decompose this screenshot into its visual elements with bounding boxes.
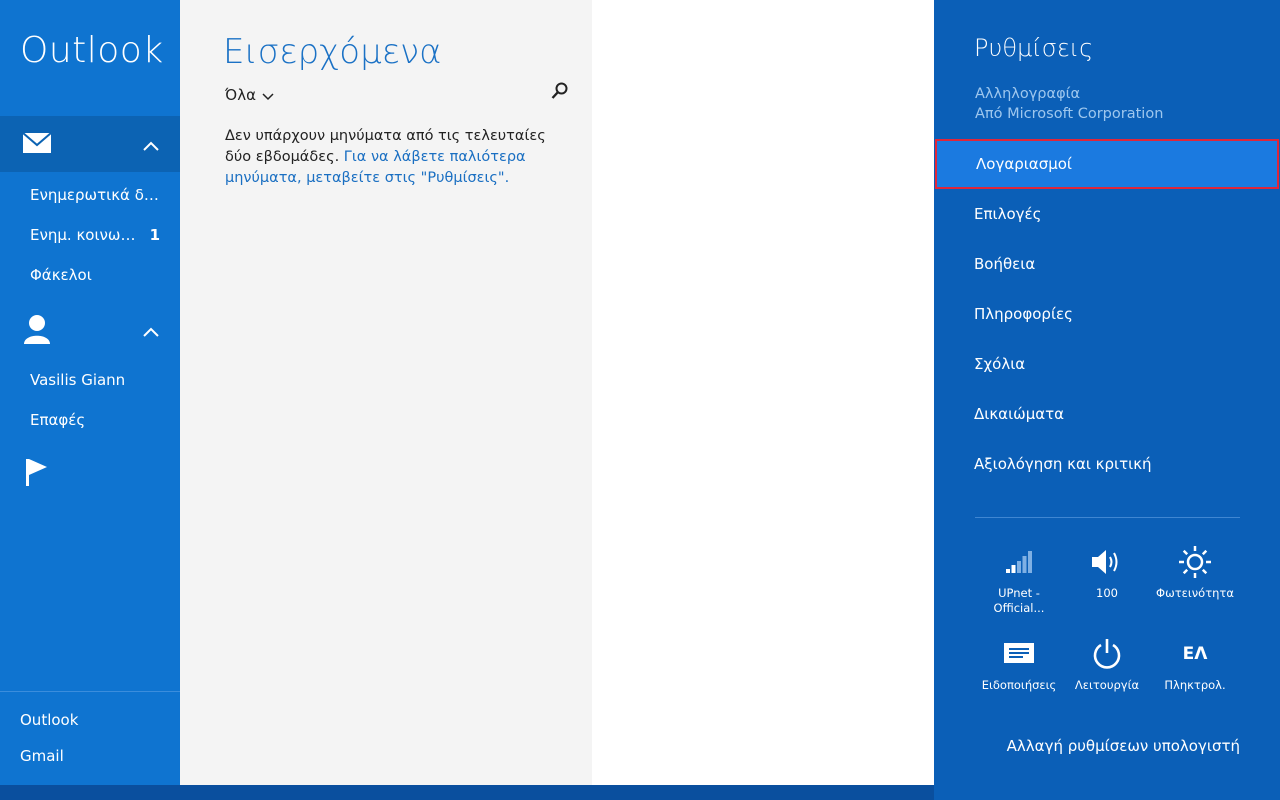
nav-item-folders[interactable]: Φάκελοι: [30, 263, 170, 287]
mail-section-header[interactable]: [0, 116, 180, 172]
person-icon: [23, 314, 51, 348]
filter-dropdown[interactable]: Όλα: [225, 86, 274, 105]
network-label: UPnet - Official...: [993, 586, 1045, 615]
settings-options[interactable]: Επιλογές: [934, 189, 1280, 239]
nav-item-label: Φάκελοι: [30, 266, 92, 284]
keyboard-label: Πληκτρολ.: [1164, 678, 1226, 692]
nav-divider: [0, 691, 180, 692]
app-title: Outlook: [20, 30, 164, 71]
bottom-strip: [0, 785, 934, 800]
reading-pane: [592, 0, 934, 785]
nav-item-contacts[interactable]: Επαφές: [30, 408, 170, 432]
volume-tile[interactable]: 100: [1062, 544, 1152, 601]
settings-permissions[interactable]: Δικαιώματα: [934, 389, 1280, 439]
wifi-signal-icon: [974, 544, 1064, 580]
keyboard-language-glyph: ΕΛ: [1182, 643, 1208, 664]
message-list-pane: Εισερχόμενα Όλα Δεν υπάρχουν μηνύματα απ…: [180, 0, 592, 785]
nav-item-label: Vasilis Giann: [30, 371, 126, 389]
app-publisher: Από Microsoft Corporation: [975, 106, 1164, 122]
flagged-section-header[interactable]: [0, 445, 180, 501]
people-section-header[interactable]: [0, 302, 180, 358]
settings-rate-review[interactable]: Αξιολόγηση και κριτική: [934, 439, 1280, 489]
speaker-icon: [1062, 544, 1152, 580]
navigation-pane: Outlook Ενημερωτικά δελ... Ενημ. κοινων.…: [0, 0, 180, 800]
charm-separator: [975, 517, 1240, 518]
power-icon: [1062, 636, 1152, 672]
power-label: Λειτουργία: [1074, 678, 1140, 692]
keyboard-language-icon: ΕΛ: [1150, 636, 1240, 672]
chevron-down-icon: [262, 87, 274, 105]
empty-folder-message: Δεν υπάρχουν μηνύματα από τις τελευταίες…: [225, 126, 570, 189]
unread-count: 1: [149, 226, 160, 244]
notifications-icon: [974, 636, 1064, 672]
settings-about[interactable]: Πληροφορίες: [934, 289, 1280, 339]
app-name: Αλληλογραφία: [975, 86, 1081, 102]
mail-icon: [22, 130, 52, 160]
brightness-icon: [1150, 544, 1240, 580]
network-tile[interactable]: UPnet - Official...: [974, 544, 1064, 616]
folder-title: Εισερχόμενα: [223, 32, 442, 72]
nav-item-profile[interactable]: Vasilis Giann: [30, 368, 170, 392]
settings-feedback[interactable]: Σχόλια: [934, 339, 1280, 389]
nav-item-label: Επαφές: [30, 411, 86, 429]
settings-help[interactable]: Βοήθεια: [934, 239, 1280, 289]
settings-accounts[interactable]: Λογαριασμοί: [935, 139, 1279, 189]
chevron-up-icon[interactable]: [143, 322, 159, 341]
nav-item-label: Ενημ. κοινων...: [30, 226, 138, 244]
keyboard-tile[interactable]: ΕΛ Πληκτρολ.: [1150, 636, 1240, 693]
account-gmail[interactable]: Gmail: [20, 747, 64, 765]
charm-title: Ρυθμίσεις: [974, 34, 1094, 62]
nav-item-social-updates[interactable]: Ενημ. κοινων... 1: [30, 223, 170, 247]
nav-item-newsletters[interactable]: Ενημερωτικά δελ...: [30, 183, 170, 207]
notifications-label: Ειδοποιήσεις: [981, 678, 1057, 692]
account-outlook[interactable]: Outlook: [20, 711, 78, 729]
notifications-tile[interactable]: Ειδοποιήσεις: [974, 636, 1064, 693]
change-pc-settings-link[interactable]: Αλλαγή ρυθμίσεων υπολογιστή: [1007, 737, 1240, 755]
volume-label: 100: [1096, 586, 1118, 600]
filter-label: Όλα: [225, 86, 256, 104]
brightness-label: Φωτεινότητα: [1156, 586, 1234, 600]
search-icon[interactable]: [551, 82, 569, 104]
nav-item-label: Ενημερωτικά δελ...: [30, 186, 160, 204]
power-tile[interactable]: Λειτουργία: [1062, 636, 1152, 693]
flag-icon: [26, 457, 48, 491]
settings-charm: Ρυθμίσεις Αλληλογραφία Από Microsoft Cor…: [934, 0, 1280, 800]
brightness-tile[interactable]: Φωτεινότητα: [1150, 544, 1240, 601]
chevron-up-icon[interactable]: [143, 136, 159, 155]
